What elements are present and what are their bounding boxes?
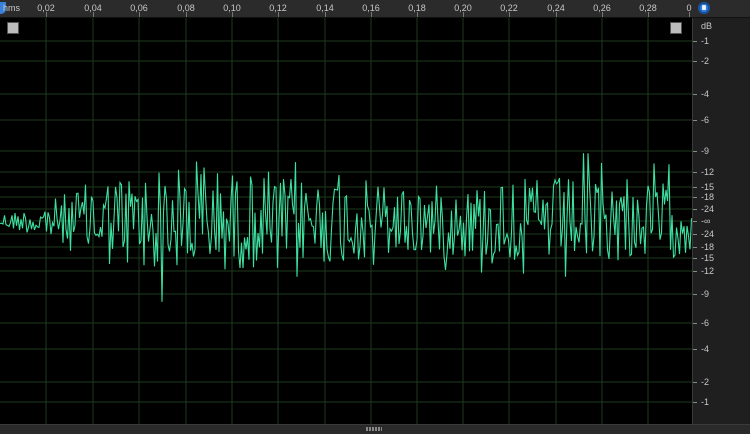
db-tick-mark	[693, 221, 697, 222]
db-scale-label: -4	[701, 89, 710, 99]
db-tick-mark	[693, 209, 697, 210]
time-tick-mark	[648, 12, 649, 17]
db-scale-label: -6	[701, 318, 710, 328]
time-tick-mark	[463, 12, 464, 17]
db-scale-label: -∞	[701, 216, 711, 226]
db-tick-mark	[693, 271, 697, 272]
time-tick-mark	[602, 12, 603, 17]
scroll-grip-icon[interactable]	[366, 427, 382, 431]
db-tick-mark	[693, 120, 697, 121]
time-tick-mark	[371, 12, 372, 17]
db-tick-mark	[693, 258, 697, 259]
db-scale-label: -15	[701, 182, 715, 192]
amplitude-ruler[interactable]: dB -1 -2 -4 -6 -9 -12 -15 -18 -24 -∞ -24 -18 -15 -12-…	[692, 18, 750, 424]
db-tick-mark	[693, 247, 697, 248]
zoom-corner-left-icon[interactable]	[7, 22, 19, 34]
zoom-corner-right-icon[interactable]	[670, 22, 682, 34]
db-scale-label: -4	[701, 344, 710, 354]
db-tick-mark	[693, 94, 697, 95]
time-tick-mark	[232, 12, 233, 17]
db-scale-label: -2	[701, 377, 710, 387]
time-tick-mark	[278, 12, 279, 17]
db-tick-mark	[693, 234, 697, 235]
db-scale-label: -12	[701, 266, 715, 276]
db-scale-label: -2	[701, 56, 710, 66]
db-tick-mark	[693, 402, 697, 403]
waveform-path	[0, 153, 692, 302]
db-scale-label: -1	[701, 397, 710, 407]
time-tick-mark	[139, 12, 140, 17]
db-scale-label: -9	[701, 289, 710, 299]
time-tick-mark	[417, 12, 418, 17]
db-tick-mark	[693, 151, 697, 152]
db-scale-label: -12	[701, 167, 715, 177]
db-scale-label: -24	[701, 229, 715, 239]
time-tick-mark	[689, 12, 690, 17]
db-tick-mark	[693, 323, 697, 324]
db-scale-label: -15	[701, 253, 715, 263]
time-ruler[interactable]: hms 0,02 0,04 0,06 0,08 0,10 0,12 0,14 0,16 0,18…	[0, 0, 692, 18]
db-tick-mark	[693, 172, 697, 173]
db-unit-label: dB	[701, 21, 713, 31]
db-tick-mark	[693, 61, 697, 62]
time-units-label: hms	[3, 3, 21, 13]
db-scale-label: -9	[701, 146, 710, 156]
db-tick-mark	[693, 294, 697, 295]
db-tick-mark	[693, 41, 697, 42]
waveform-svg	[0, 18, 692, 424]
time-tick-mark	[186, 12, 187, 17]
time-tick-mark	[325, 12, 326, 17]
time-tick-mark	[93, 12, 94, 17]
db-scale-label: -6	[701, 115, 710, 125]
db-scale-label: -24	[701, 204, 715, 214]
waveform-display[interactable]	[0, 18, 692, 424]
time-tick-mark	[556, 12, 557, 17]
zoom-icon[interactable]	[698, 2, 710, 14]
time-tick-mark	[46, 12, 47, 17]
db-scale-label: -18	[701, 242, 715, 252]
db-tick-mark	[693, 197, 697, 198]
db-tick-mark	[693, 349, 697, 350]
db-tick-mark	[693, 382, 697, 383]
db-scale-label: -18	[701, 192, 715, 202]
db-tick-mark	[693, 187, 697, 188]
grid-lines	[0, 18, 692, 424]
time-tick-mark	[509, 12, 510, 17]
db-scale-label: -1	[701, 36, 710, 46]
